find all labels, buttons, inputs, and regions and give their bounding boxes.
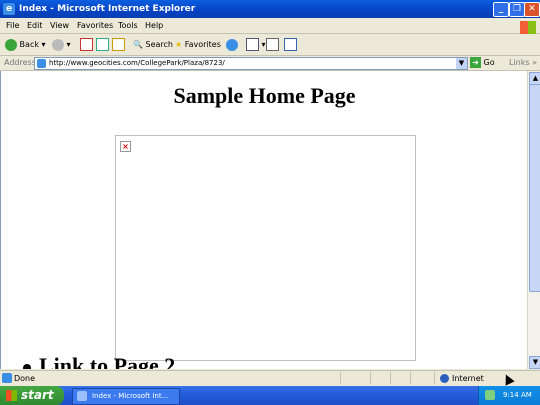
search-button[interactable]: 🔍 Search xyxy=(133,38,173,51)
back-label: Back xyxy=(19,40,39,49)
print-button[interactable] xyxy=(266,38,279,51)
page-heading: Sample Home Page xyxy=(173,83,356,108)
address-input[interactable]: http://www.geocities.com/CollegePark/Pla… xyxy=(34,57,468,70)
address-url: http://www.geocities.com/CollegePark/Pla… xyxy=(49,59,225,67)
windows-flag-icon xyxy=(6,390,17,401)
title-bar[interactable]: e Index - Microsoft Internet Explorer _ … xyxy=(0,0,540,18)
status-divider xyxy=(370,372,371,384)
maximize-button[interactable]: ❐ xyxy=(509,2,525,17)
page-content: Sample Home Page × Link to Page 2 xyxy=(0,71,528,369)
status-divider xyxy=(410,372,411,384)
menu-tools[interactable]: Tools xyxy=(118,21,138,30)
mail-button[interactable]: ▾ xyxy=(246,38,266,51)
go-label: Go xyxy=(483,58,495,67)
page-status-icon xyxy=(2,373,12,383)
windows-logo-icon xyxy=(520,21,536,34)
mail-icon xyxy=(246,38,259,51)
home-button[interactable] xyxy=(112,38,125,51)
menu-view[interactable]: View xyxy=(50,21,69,30)
edit-icon xyxy=(284,38,297,51)
address-dropdown-icon[interactable]: ▼ xyxy=(456,58,467,69)
star-icon: ★ xyxy=(175,40,183,49)
window-title: Index - Microsoft Internet Explorer xyxy=(19,4,196,14)
status-divider xyxy=(340,372,341,384)
system-tray: 9:14 AM xyxy=(478,386,540,405)
status-text: Done xyxy=(14,374,36,383)
refresh-button[interactable] xyxy=(96,38,109,51)
start-button[interactable]: start xyxy=(0,386,64,405)
security-zone: Internet xyxy=(440,374,484,383)
menu-help[interactable]: Help xyxy=(145,21,163,30)
forward-arrow-icon xyxy=(52,38,64,51)
favorites-button[interactable]: ★ Favorites xyxy=(175,38,221,51)
link-list-item[interactable]: Link to Page 2 xyxy=(23,353,175,369)
ie-icon: e xyxy=(3,3,15,15)
globe-icon xyxy=(440,374,449,383)
start-label: start xyxy=(21,388,54,402)
menu-bar: File Edit View Favorites Tools Help xyxy=(0,18,540,34)
go-button[interactable]: ➜ Go xyxy=(470,57,495,68)
stop-icon xyxy=(80,38,93,51)
taskbar-item-label: Index - Microsoft Int... xyxy=(92,392,169,400)
ie-task-icon xyxy=(77,391,87,401)
scroll-down-icon[interactable]: ▼ xyxy=(529,356,540,369)
print-icon xyxy=(266,38,279,51)
close-button[interactable]: ✕ xyxy=(524,2,540,17)
search-icon: 🔍 xyxy=(133,40,143,49)
favorites-label: Favorites xyxy=(184,40,221,49)
stop-button[interactable] xyxy=(80,38,93,51)
refresh-icon xyxy=(96,38,109,51)
status-divider xyxy=(434,372,435,384)
menu-favorites[interactable]: Favorites xyxy=(77,21,113,30)
scroll-thumb[interactable] xyxy=(529,84,540,292)
minimize-button[interactable]: _ xyxy=(493,2,509,17)
broken-image: × xyxy=(115,135,416,361)
go-arrow-icon: ➜ xyxy=(470,57,481,68)
taskbar: start Index - Microsoft Int... 9:14 AM xyxy=(0,386,540,405)
address-label: Address xyxy=(4,58,36,67)
bullet-icon xyxy=(23,363,31,369)
status-bar: Done Internet xyxy=(0,370,540,385)
toolbar: Back ▾ ▾ 🔍 Search ★ Favorites ▾ xyxy=(0,34,540,56)
network-icon[interactable] xyxy=(485,390,495,400)
link-text[interactable]: Link to Page 2 xyxy=(39,353,175,369)
status-divider xyxy=(390,372,391,384)
edit-button[interactable] xyxy=(284,38,297,51)
menu-file[interactable]: File xyxy=(6,21,19,30)
forward-button[interactable]: ▾ xyxy=(52,38,71,51)
clock[interactable]: 9:14 AM xyxy=(503,391,532,399)
search-label: Search xyxy=(145,40,173,49)
vertical-scrollbar[interactable]: ▲ ▼ xyxy=(527,71,540,369)
broken-image-icon: × xyxy=(120,141,131,152)
page-icon xyxy=(37,59,46,68)
taskbar-item-ie[interactable]: Index - Microsoft Int... xyxy=(72,388,180,405)
address-bar: Address http://www.geocities.com/College… xyxy=(0,56,540,71)
home-icon xyxy=(112,38,125,51)
links-label: Links xyxy=(509,58,530,67)
zone-label: Internet xyxy=(452,374,484,383)
back-button[interactable]: Back ▾ xyxy=(5,38,46,51)
menu-edit[interactable]: Edit xyxy=(27,21,43,30)
links-button[interactable]: Links » xyxy=(509,58,537,67)
media-icon xyxy=(226,38,238,51)
back-arrow-icon xyxy=(5,38,17,51)
media-button[interactable] xyxy=(226,38,238,51)
